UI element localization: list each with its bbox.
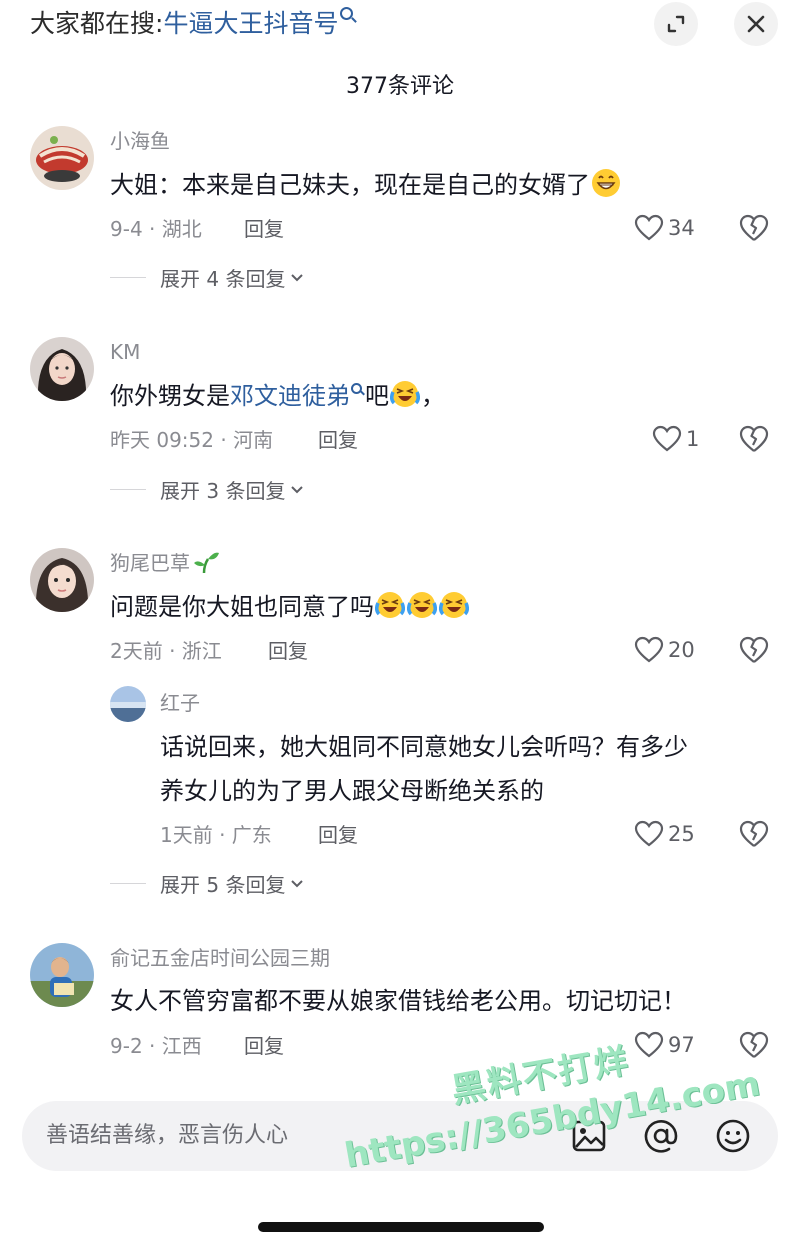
reply-button[interactable]: 回复 xyxy=(268,636,308,666)
divider xyxy=(110,276,146,278)
comment-text: 问题是你大姐也同意了吗 xyxy=(110,584,470,630)
heart-icon xyxy=(652,425,682,452)
avatar[interactable] xyxy=(110,686,146,722)
comment-count: 377条评论 xyxy=(346,74,454,99)
comment-meta: 2天前 · 浙江 xyxy=(110,639,222,663)
like-button[interactable]: 97 xyxy=(634,1030,695,1060)
comment-text-part: 吧 xyxy=(365,382,389,410)
grin-emoji-icon xyxy=(592,169,620,197)
close-button[interactable] xyxy=(734,2,778,46)
like-button[interactable]: 34 xyxy=(634,213,695,243)
like-count: 20 xyxy=(668,638,695,662)
collapse-icon xyxy=(667,15,685,33)
dislike-icon[interactable] xyxy=(738,634,770,666)
username-text: 狗尾巴草 xyxy=(110,551,190,575)
username[interactable]: 小海鱼 xyxy=(110,126,170,156)
heart-icon xyxy=(634,820,664,847)
dislike-icon[interactable] xyxy=(738,212,770,244)
search-icon xyxy=(351,383,362,394)
laugh-cry-emoji-icon xyxy=(407,592,437,618)
chevron-down-icon xyxy=(291,880,304,888)
trending-search-hint[interactable]: 大家都在搜:牛逼大王抖音号 xyxy=(30,6,354,42)
reply-button[interactable]: 回复 xyxy=(318,425,358,455)
comment-text-body: 大姐：本来是自己妹夫，现在是自己的女婿了 xyxy=(110,171,590,199)
username[interactable]: 俞记五金店时间公园三期 xyxy=(110,943,330,973)
comment-meta: 9-2 · 江西 xyxy=(110,1034,202,1058)
comment-text-part: ， xyxy=(421,382,445,410)
comment-text: 女人不管穷富都不要从娘家借钱给老公用。切记切记！ xyxy=(110,987,686,1015)
like-button[interactable]: 25 xyxy=(634,819,695,849)
expand-replies[interactable]: 展开 3 条回复 xyxy=(110,474,305,504)
avatar[interactable] xyxy=(30,548,94,612)
avatar[interactable] xyxy=(30,337,94,401)
expand-replies-label: 展开 3 条回复 xyxy=(160,478,286,503)
search-icon xyxy=(340,7,354,20)
sprout-icon xyxy=(194,552,219,574)
expand-replies[interactable]: 展开 4 条回复 xyxy=(110,262,305,292)
chevron-down-icon xyxy=(291,486,304,494)
search-prefix: 大家都在搜: xyxy=(30,9,164,38)
close-icon xyxy=(747,15,765,33)
expand-replies[interactable]: 展开 5 条回复 xyxy=(110,868,305,898)
reply-text-line: 话说回来，她大姐同不同意她女儿会听吗？有多少 xyxy=(160,733,688,761)
username[interactable]: KM xyxy=(110,337,140,367)
heart-icon xyxy=(634,1031,664,1058)
like-button[interactable]: 1 xyxy=(652,424,699,454)
reply-text-line: 养女儿的为了男人跟父母断绝关系的 xyxy=(160,777,544,805)
comment-text-part: 你外甥女是 xyxy=(110,382,230,410)
comment-text: 你外甥女是邓文迪徒弟吧 ， xyxy=(110,373,445,419)
expand-replies-label: 展开 5 条回复 xyxy=(160,872,286,897)
comment-meta: 9-4 · 湖北 xyxy=(110,217,202,241)
heart-icon xyxy=(634,214,664,241)
like-count: 34 xyxy=(668,216,695,240)
avatar[interactable] xyxy=(30,126,94,190)
username[interactable]: 红子 xyxy=(160,688,200,718)
avatar[interactable] xyxy=(30,943,94,1007)
reply-button[interactable]: 回复 xyxy=(318,820,358,850)
chevron-down-icon xyxy=(291,274,304,282)
laugh-cry-emoji-icon xyxy=(390,381,420,407)
reply-button[interactable]: 回复 xyxy=(244,1031,284,1061)
search-keyword[interactable]: 牛逼大王抖音号 xyxy=(163,9,338,38)
divider xyxy=(110,488,146,490)
dislike-icon[interactable] xyxy=(738,423,770,455)
comment-text-body: 问题是你大姐也同意了吗 xyxy=(110,593,374,621)
expand-replies-label: 展开 4 条回复 xyxy=(160,266,286,291)
laugh-cry-emoji-icon xyxy=(439,592,469,618)
comment-meta: 1天前 · 广东 xyxy=(160,823,272,847)
username[interactable]: 狗尾巴草 xyxy=(110,548,220,578)
emoji-icon[interactable] xyxy=(714,1117,752,1155)
heart-icon xyxy=(634,636,664,663)
comment-text: 大姐：本来是自己妹夫，现在是自己的女婿了 xyxy=(110,162,622,208)
top-bar: 大家都在搜:牛逼大王抖音号 xyxy=(0,0,800,50)
collapse-button[interactable] xyxy=(654,2,698,46)
dislike-icon[interactable] xyxy=(738,1029,770,1061)
reply-button[interactable]: 回复 xyxy=(244,214,284,244)
laugh-cry-emoji-icon xyxy=(375,592,405,618)
like-count: 25 xyxy=(668,822,695,846)
like-count: 1 xyxy=(686,427,700,451)
like-count: 97 xyxy=(668,1033,695,1057)
comment-meta: 昨天 09:52 · 河南 xyxy=(110,428,274,452)
comment-input-placeholder: 善语结善缘，恶言伤人心 xyxy=(46,1123,289,1148)
divider xyxy=(110,882,146,884)
search-link[interactable]: 邓文迪徒弟 xyxy=(230,382,350,410)
home-indicator[interactable] xyxy=(258,1222,544,1232)
like-button[interactable]: 20 xyxy=(634,635,695,665)
dislike-icon[interactable] xyxy=(738,818,770,850)
